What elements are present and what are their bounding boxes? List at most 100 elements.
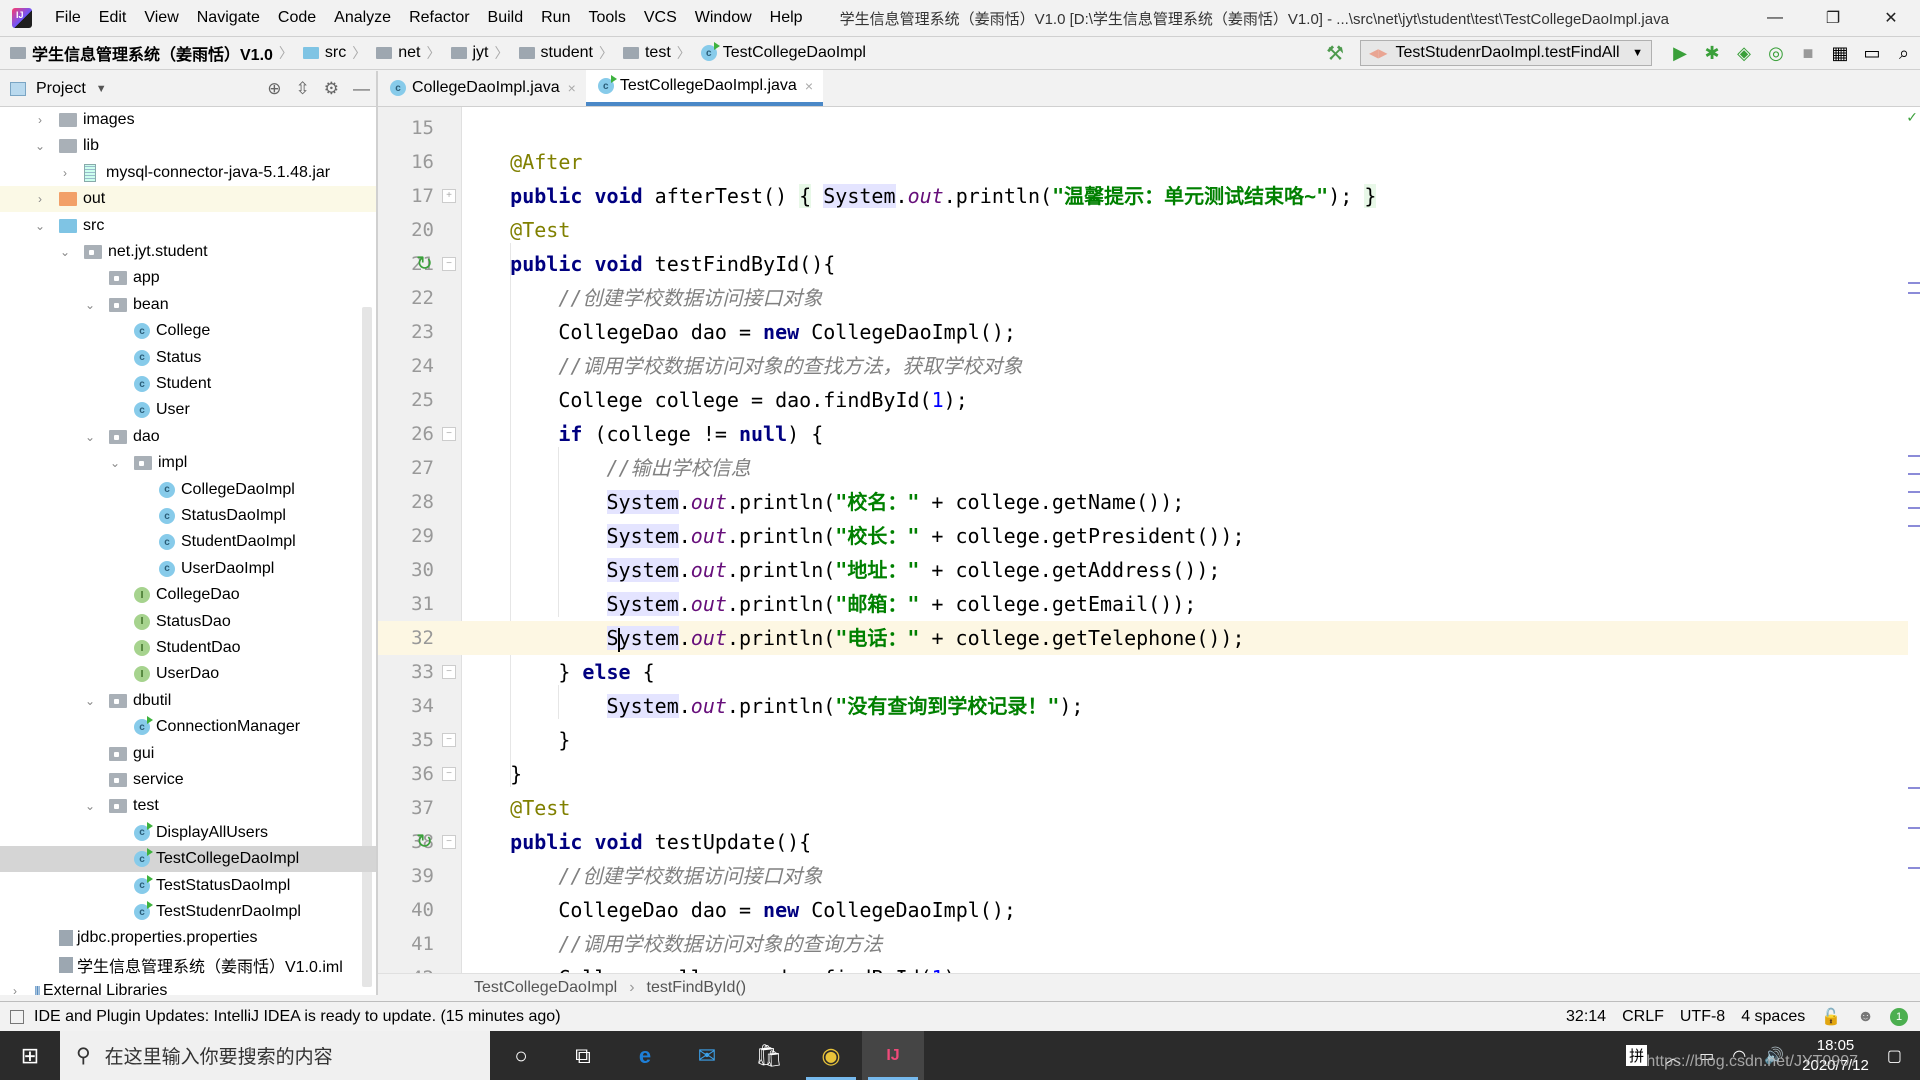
code-line[interactable]: } [462, 757, 1908, 791]
tree-item[interactable]: › out [0, 186, 376, 213]
collapse-fold-icon[interactable]: − [442, 835, 456, 849]
chevron-right-icon[interactable]: › [33, 113, 47, 127]
close-tab-icon[interactable]: × [568, 80, 576, 96]
breadcrumb-item[interactable]: net 〉 [376, 43, 446, 63]
project-structure-icon[interactable]: ▦ [1824, 37, 1856, 69]
tree-item[interactable]: › images [0, 107, 376, 133]
code-line[interactable]: System.out.println("没有查询到学校记录！"); [462, 689, 1908, 723]
gear-icon[interactable]: ⚙ [324, 79, 339, 99]
tree-item[interactable]: c Student [0, 371, 376, 397]
expand-fold-icon[interactable]: + [442, 189, 456, 203]
tree-item[interactable]: ⌄ impl [0, 450, 376, 476]
code-line[interactable]: public void afterTest() { System.out.pri… [462, 179, 1908, 213]
menu-refactor[interactable]: Refactor [400, 9, 478, 27]
menu-window[interactable]: Window [686, 9, 761, 27]
store-icon[interactable]: 🛍 [738, 1031, 800, 1080]
tree-item[interactable]: › ||| External Libraries [0, 978, 376, 995]
collapse-fold-icon[interactable]: − [442, 427, 456, 441]
tree-item[interactable]: service [0, 767, 376, 793]
error-stripe-mark[interactable] [1908, 507, 1920, 509]
layout-icon[interactable]: ▭ [1856, 37, 1888, 69]
lock-icon[interactable]: 🔓 [1821, 1007, 1841, 1027]
tree-item[interactable]: ⌄ src [0, 213, 376, 239]
code-line[interactable]: if (college != null) { [462, 417, 1908, 451]
editor-tab[interactable]: c TestCollegeDaoImpl.java × [585, 70, 823, 106]
code-line[interactable]: College college = dao.findById(1); [462, 961, 1908, 973]
breadcrumb-item[interactable]: student 〉 [518, 43, 619, 63]
menu-vcs[interactable]: VCS [635, 9, 686, 27]
chevron-down-icon[interactable]: ⌄ [83, 694, 97, 708]
tree-item[interactable]: c UserDaoImpl [0, 556, 376, 582]
code-line[interactable]: //调用学校数据访问对象的查找方法，获取学校对象 [462, 349, 1908, 383]
tree-item[interactable]: I StatusDao [0, 609, 376, 635]
close-tab-icon[interactable]: × [805, 78, 813, 94]
inspector-icon[interactable]: ☻ [1857, 1008, 1874, 1026]
coverage-icon[interactable]: ◈ [1728, 37, 1760, 69]
tree-item[interactable]: c CollegeDaoImpl [0, 477, 376, 503]
menu-code[interactable]: Code [269, 9, 325, 27]
task-view-icon[interactable]: ⧉ [552, 1031, 614, 1080]
file-encoding[interactable]: UTF-8 [1680, 1008, 1725, 1026]
breadcrumb-item[interactable]: 学生信息管理系统（姜雨恬）V1.0 〉 [10, 41, 299, 65]
error-stripe-mark[interactable] [1908, 292, 1920, 294]
project-view-select[interactable]: Project [36, 80, 86, 98]
tree-item[interactable]: c TestCollegeDaoImpl [0, 846, 376, 873]
code-line[interactable]: //创建学校数据访问接口对象 [462, 281, 1908, 315]
chevron-down-icon[interactable]: ▼ [96, 83, 107, 95]
error-stripe-mark[interactable] [1908, 827, 1920, 829]
chevron-down-icon[interactable]: ⌄ [33, 139, 47, 153]
tree-item[interactable]: › mysql-connector-java-5.1.48.jar [0, 160, 376, 186]
error-stripe-mark[interactable] [1908, 491, 1920, 493]
tree-item[interactable]: c TestStudenrDaoImpl [0, 899, 376, 925]
chevron-down-icon[interactable]: ⌄ [83, 430, 97, 444]
code-line[interactable]: CollegeDao dao = new CollegeDaoImpl(); [462, 315, 1908, 349]
tree-item[interactable]: c DisplayAllUsers [0, 820, 376, 846]
chevron-down-icon[interactable]: ⌄ [58, 245, 72, 259]
status-message[interactable]: IDE and Plugin Updates: IntelliJ IDEA is… [34, 1008, 561, 1026]
code-line[interactable]: System.out.println("邮箱：" + college.getEm… [462, 587, 1908, 621]
code-line[interactable]: System.out.println("校长：" + college.getPr… [462, 519, 1908, 553]
tree-item[interactable]: gui [0, 741, 376, 767]
error-stripe-mark[interactable] [1908, 282, 1920, 284]
mail-icon[interactable]: ✉ [676, 1031, 738, 1080]
tree-item[interactable]: c StudentDaoImpl [0, 529, 376, 555]
menu-navigate[interactable]: Navigate [188, 9, 269, 27]
chevron-down-icon[interactable]: ⌄ [108, 456, 122, 470]
maximize-button[interactable]: ❐ [1804, 0, 1862, 36]
run-test-icon[interactable]: ↻ [416, 251, 433, 276]
tree-item[interactable]: ⌄ lib [0, 133, 376, 159]
tree-item[interactable]: jdbc.properties.properties [0, 925, 376, 951]
caret-position[interactable]: 32:14 [1566, 1008, 1606, 1026]
collapse-fold-icon[interactable]: − [442, 733, 456, 747]
line-separator[interactable]: CRLF [1622, 1008, 1664, 1026]
breadcrumb-item[interactable]: jyt 〉 [450, 43, 515, 63]
breadcrumb-method[interactable]: testFindById() [647, 979, 747, 997]
code-line[interactable]: System.out.println("校名：" + college.getNa… [462, 485, 1908, 519]
code-line[interactable]: //调用学校数据访问对象的查询方法 [462, 927, 1908, 961]
profile-icon[interactable]: ◎ [1760, 37, 1792, 69]
collapse-fold-icon[interactable]: − [442, 767, 456, 781]
search-icon[interactable]: ⌕ [1888, 37, 1920, 69]
chevron-right-icon[interactable]: › [58, 166, 72, 180]
collapse-fold-icon[interactable]: − [442, 665, 456, 679]
cortana-icon[interactable]: ○ [490, 1031, 552, 1080]
edge-icon[interactable]: e [614, 1031, 676, 1080]
error-stripe-mark[interactable] [1908, 455, 1920, 457]
tree-item[interactable]: c StatusDaoImpl [0, 503, 376, 529]
ime-indicator[interactable]: 拼 [1626, 1045, 1648, 1066]
code-editor[interactable]: @After public void afterTest() { System.… [462, 107, 1908, 973]
menu-file[interactable]: File [46, 9, 90, 27]
editor-scrollbar[interactable]: ✓ [1906, 107, 1920, 973]
menu-view[interactable]: View [135, 9, 187, 27]
action-center-icon[interactable]: ▢ [1887, 1046, 1902, 1066]
tree-item[interactable]: 学生信息管理系统（姜雨恬）V1.0.iml [0, 952, 376, 978]
editor-tab[interactable]: c CollegeDaoImpl.java × [378, 70, 586, 106]
code-line[interactable]: //创建学校数据访问接口对象 [462, 859, 1908, 893]
code-line[interactable]: @After [462, 145, 1908, 179]
toggle-tool-windows-icon[interactable] [10, 1009, 24, 1024]
tree-item[interactable]: c Status [0, 345, 376, 371]
code-line[interactable]: @Test [462, 791, 1908, 825]
code-line[interactable]: System.out.println("地址：" + college.getAd… [462, 553, 1908, 587]
tree-item[interactable]: c User [0, 397, 376, 423]
menu-help[interactable]: Help [761, 9, 812, 27]
